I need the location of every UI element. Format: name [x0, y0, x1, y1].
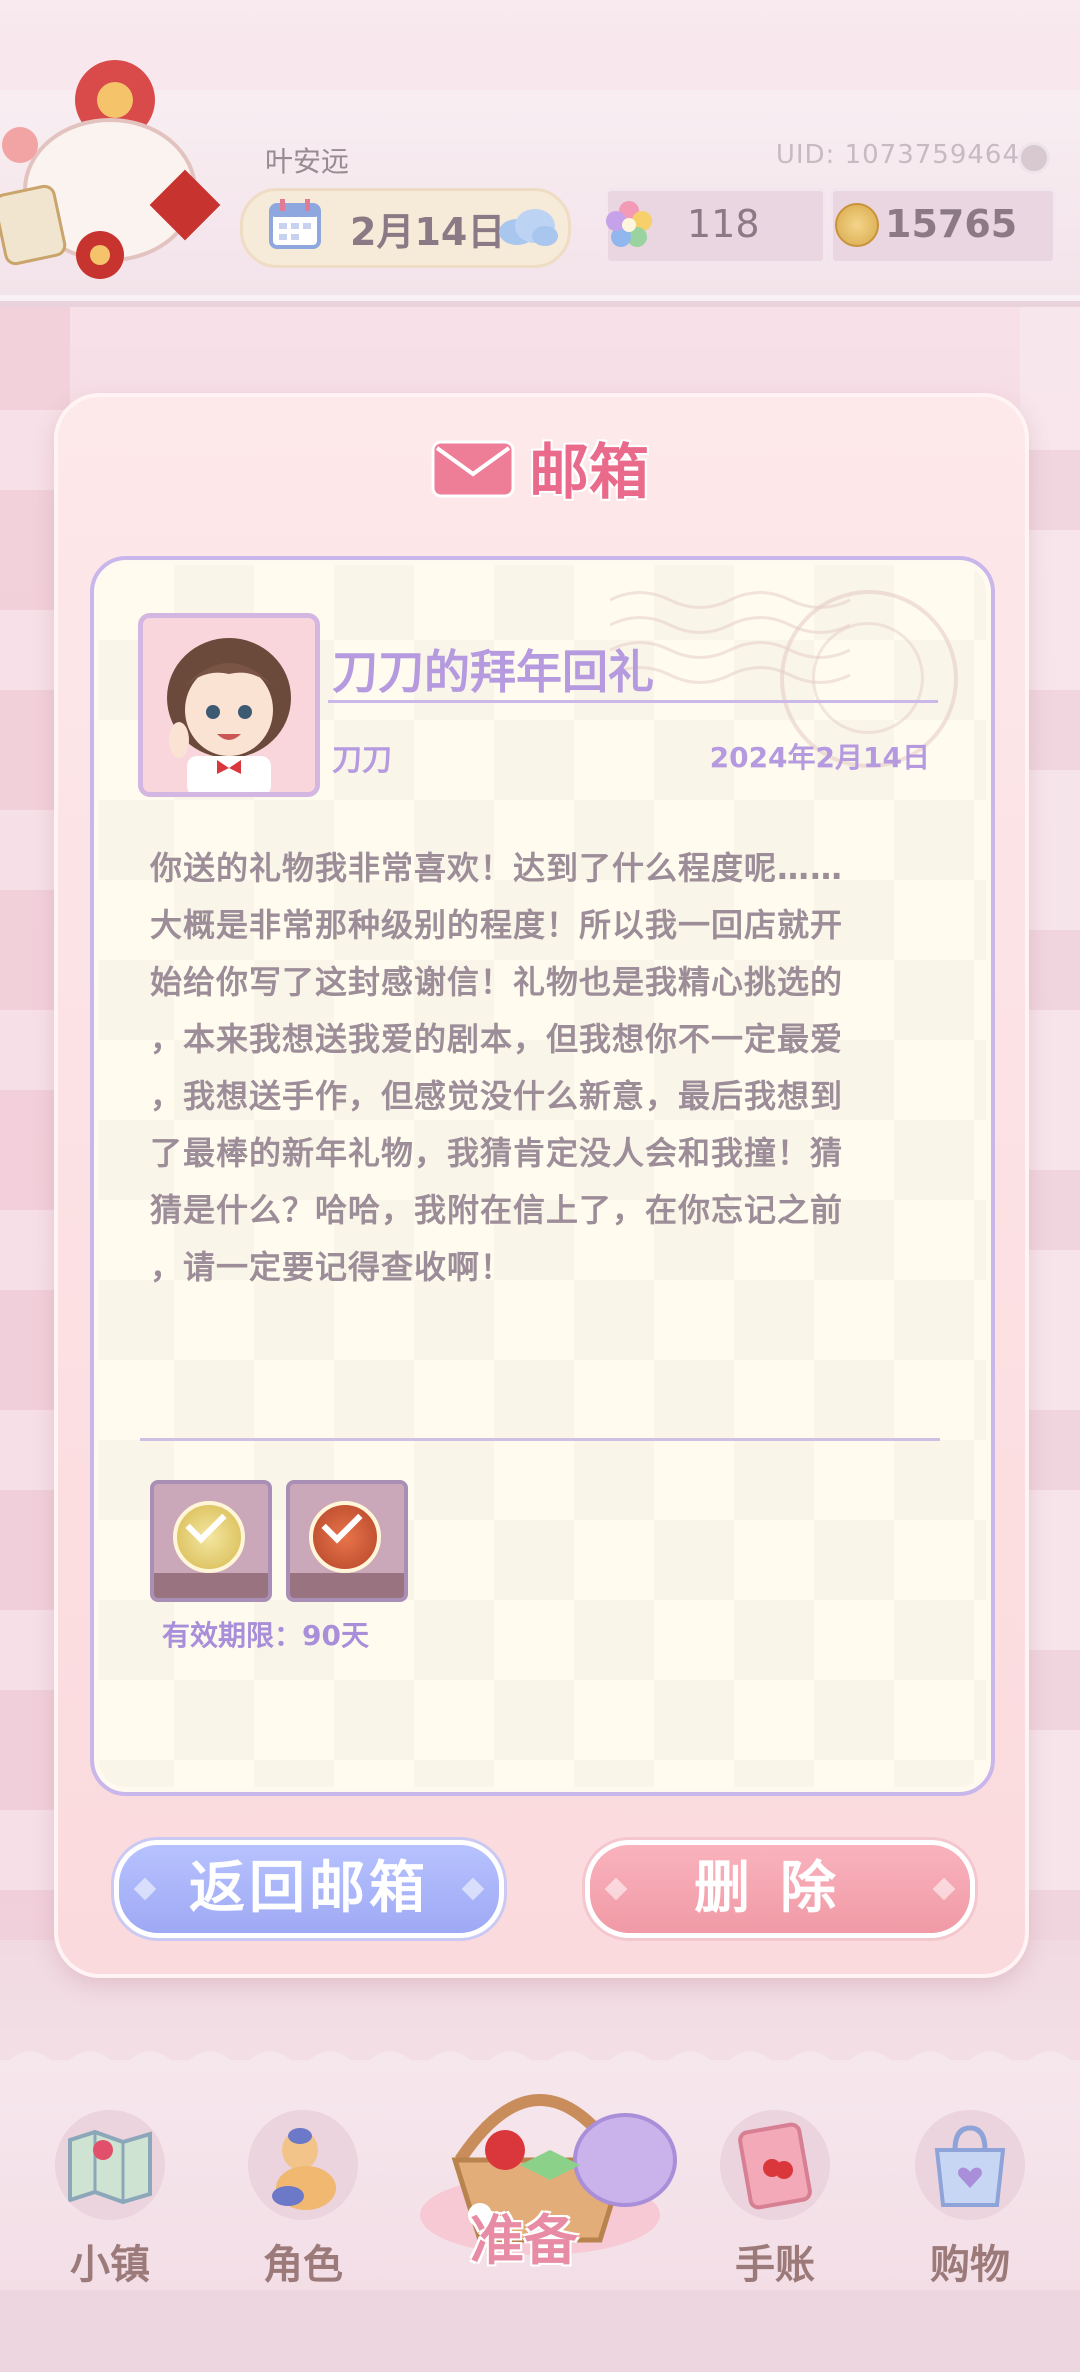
- sender-portrait-icon: [143, 618, 315, 792]
- journal-book-icon: [720, 2110, 830, 2220]
- nav-item-shop[interactable]: 购物: [895, 2110, 1045, 2290]
- mail-body-line: 猜是什么？哈哈，我附在信上了，在你忘记之前: [150, 1191, 844, 1229]
- mail-body: 你送的礼物我非常喜欢！达到了什么程度呢…… 大概是非常那种级别的程度！所以我一回…: [150, 840, 920, 1296]
- attachment-item-1[interactable]: [150, 1480, 272, 1602]
- nav-item-town[interactable]: 小镇: [35, 2110, 185, 2290]
- back-to-mailbox-button[interactable]: 返回邮箱: [114, 1840, 504, 1938]
- mail-subject: 刀刀的拜年回礼: [332, 645, 654, 699]
- sender-avatar[interactable]: [138, 613, 320, 797]
- attachment-validity: 有效期限：90天: [162, 1619, 369, 1652]
- current-date: 2月14日: [350, 210, 506, 254]
- delete-button-label: 删除: [694, 1856, 866, 1921]
- mail-sender: 刀刀: [332, 743, 392, 778]
- lucky-cat-mascot-icon[interactable]: [0, 40, 230, 280]
- subject-underline: [328, 700, 938, 703]
- attachment-item-2[interactable]: [286, 1480, 408, 1602]
- mail-body-line: 你送的礼物我非常喜欢！达到了什么程度呢……: [150, 849, 844, 887]
- shopping-bag-icon: [915, 2110, 1025, 2220]
- mail-date: 2024年2月14日: [709, 741, 930, 774]
- cloudy-weather-icon: [499, 209, 558, 246]
- nav-item-character[interactable]: 角色: [228, 2110, 378, 2290]
- envelope-icon: [431, 440, 515, 497]
- mail-body-line: ，请一定要记得查收啊！: [150, 1248, 514, 1286]
- diamond-decoration: [461, 1877, 485, 1901]
- player-uid: UID: 1073759464: [775, 140, 1020, 170]
- flower-currency-count: 118: [687, 202, 760, 246]
- mail-body-line: ，本来我想送我爱的剧本，但我想你不一定最爱: [150, 1020, 844, 1058]
- mail-body-line: 大概是非常那种级别的程度！所以我一回店就开: [150, 906, 844, 944]
- diamond-decoration: [604, 1877, 628, 1901]
- nav-item-journal[interactable]: 手账: [700, 2110, 850, 2290]
- map-icon: [55, 2110, 165, 2220]
- dialog-title-text: 邮箱: [529, 438, 649, 508]
- delete-mail-button[interactable]: 删除: [585, 1840, 975, 1938]
- nav-bottom-strip: [0, 2290, 1080, 2372]
- calendar-icon: [269, 199, 321, 249]
- nav-character-label: 角色: [263, 2242, 343, 2288]
- coin-currency-count: 15765: [885, 202, 1018, 246]
- player-name: 叶安远: [265, 145, 350, 178]
- nav-prepare-label[interactable]: 准备: [470, 2196, 578, 2275]
- nav-town-label: 小镇: [70, 2242, 150, 2288]
- diamond-decoration: [932, 1877, 956, 1901]
- nav-journal-label: 手账: [735, 2242, 815, 2288]
- mail-body-line: 了最棒的新年礼物，我猜肯定没人会和我撞！猜: [150, 1134, 844, 1172]
- dialog-title: 邮箱: [0, 424, 1080, 511]
- character-doll-icon: [248, 2110, 358, 2220]
- mail-body-line: ，我想送手作，但感觉没什么新意，最后我想到: [150, 1077, 844, 1115]
- diamond-decoration: [133, 1877, 157, 1901]
- gold-coin-icon: [835, 203, 879, 247]
- copy-uid-icon[interactable]: [1018, 142, 1050, 174]
- nav-shop-label: 购物: [930, 2242, 1010, 2288]
- rainbow-flower-icon: [606, 201, 652, 247]
- attachment-divider: [140, 1438, 940, 1441]
- back-button-label: 返回邮箱: [189, 1856, 429, 1921]
- mail-body-line: 始给你写了这封感谢信！礼物也是我精心挑选的: [150, 963, 844, 1001]
